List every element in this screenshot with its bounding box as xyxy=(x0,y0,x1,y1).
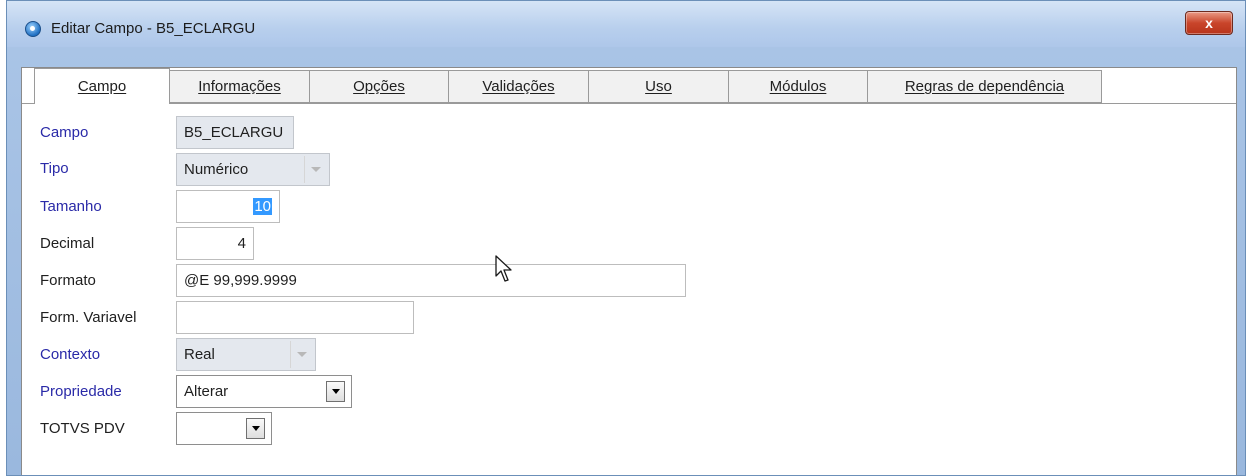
campo-label: Campo xyxy=(40,124,89,141)
contexto-select[interactable]: Real xyxy=(176,338,316,371)
contexto-label: Contexto xyxy=(40,346,101,363)
arrow-shape xyxy=(297,352,307,357)
tab-modulos[interactable]: Módulos xyxy=(729,70,868,103)
tipo-select[interactable]: Numérico xyxy=(176,153,330,186)
arrow-shape xyxy=(331,389,340,394)
dialog-body: Campo Informações Opções Validações Uso … xyxy=(21,67,1237,475)
tab-strip-border xyxy=(22,103,1236,104)
chevron-down-icon[interactable] xyxy=(326,381,345,402)
tipo-label: Tipo xyxy=(40,160,69,177)
tab-uso[interactable]: Uso xyxy=(589,70,729,103)
tab-campo[interactable]: Campo xyxy=(34,68,170,104)
decimal-value: 4 xyxy=(237,235,246,252)
tab-strip: Campo Informações Opções Validações Uso … xyxy=(34,68,1102,104)
arrow-shape xyxy=(311,167,321,172)
tab-opcoes[interactable]: Opções xyxy=(310,70,449,103)
chevron-down-icon[interactable] xyxy=(246,418,265,439)
decimal-field[interactable]: 4 xyxy=(176,227,254,260)
tamanho-label: Tamanho xyxy=(40,198,102,215)
tab-validacoes[interactable]: Validações xyxy=(449,70,589,103)
formato-field[interactable]: @E 99,999.9999 xyxy=(176,264,686,297)
form-variavel-label: Form. Variavel xyxy=(40,309,137,326)
form-variavel-field[interactable] xyxy=(176,301,414,334)
close-button[interactable]: x xyxy=(1185,11,1233,35)
close-icon: x xyxy=(1205,15,1213,31)
formato-value: @E 99,999.9999 xyxy=(184,272,297,289)
window-title: Editar Campo - B5_ECLARGU xyxy=(51,20,256,37)
tab-informacoes[interactable]: Informações xyxy=(170,70,310,103)
propriedade-select[interactable]: Alterar xyxy=(176,375,352,408)
formato-label: Formato xyxy=(40,272,96,289)
edit-field-window: Editar Campo - B5_ECLARGU x Campo Inform… xyxy=(6,0,1246,476)
title-bar[interactable]: Editar Campo - B5_ECLARGU x xyxy=(7,1,1245,47)
chevron-down-icon xyxy=(290,341,313,368)
campo-value: B5_ECLARGU xyxy=(184,124,284,141)
tamanho-value: 10 xyxy=(253,198,272,215)
tipo-value: Numérico xyxy=(184,161,249,178)
globe-icon xyxy=(25,21,41,37)
campo-field[interactable]: B5_ECLARGU xyxy=(176,116,294,149)
propriedade-label: Propriedade xyxy=(40,383,122,400)
totvs-pdv-label: TOTVS PDV xyxy=(40,420,125,437)
tab-regras-de-dependencia[interactable]: Regras de dependência xyxy=(868,70,1102,103)
chevron-down-icon xyxy=(304,156,327,183)
mouse-pointer-icon xyxy=(495,255,512,282)
decimal-label: Decimal xyxy=(40,235,95,252)
arrow-shape xyxy=(251,426,260,431)
contexto-value: Real xyxy=(184,346,215,363)
propriedade-value: Alterar xyxy=(184,383,229,400)
totvs-pdv-select[interactable] xyxy=(176,412,272,445)
tamanho-field[interactable]: 10 xyxy=(176,190,280,223)
active-tab-gap xyxy=(35,103,169,104)
